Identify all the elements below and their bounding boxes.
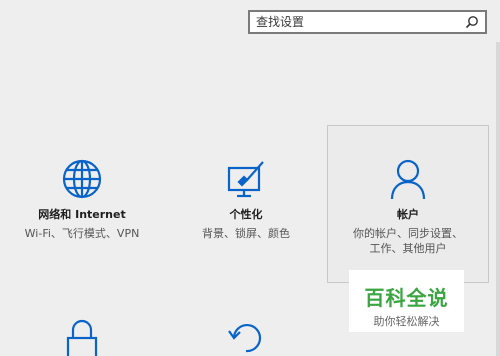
user-icon xyxy=(390,159,426,200)
scrollbar-track[interactable] xyxy=(496,42,500,356)
update-icon[interactable] xyxy=(226,320,266,356)
tile-network-internet[interactable]: 网络和 Internet Wi-Fi、飞行模式、VPN xyxy=(8,158,156,241)
lock-icon[interactable] xyxy=(64,318,100,356)
tile-personalization[interactable]: 个性化 背景、锁屏、颜色 xyxy=(178,158,314,241)
tile-title: 网络和 Internet xyxy=(38,208,126,221)
tile-description: Wi-Fi、飞行模式、VPN xyxy=(24,227,140,240)
tile-title: 帐户 xyxy=(397,208,419,221)
globe-icon xyxy=(62,159,102,199)
watermark-logo: 百科全说 助你轻松解决 xyxy=(349,270,464,332)
tile-accounts[interactable]: 帐户 你的帐户、同步设置、 工作、其他用户 xyxy=(327,125,489,283)
tile-title: 个性化 xyxy=(229,208,263,221)
tile-description: 背景、锁屏、颜色 xyxy=(202,227,290,240)
search-box[interactable] xyxy=(248,10,487,34)
search-icon[interactable] xyxy=(465,15,479,29)
personalization-icon xyxy=(227,161,264,198)
tile-description: 你的帐户、同步设置、 工作、其他用户 xyxy=(328,226,488,256)
tile-description-line: 你的帐户、同步设置、 xyxy=(353,227,463,240)
search-input[interactable] xyxy=(256,12,456,32)
watermark-title: 百科全说 xyxy=(364,286,449,310)
tile-description-line: 工作、其他用户 xyxy=(369,242,447,255)
watermark-subtitle: 助你轻松解决 xyxy=(373,315,440,328)
